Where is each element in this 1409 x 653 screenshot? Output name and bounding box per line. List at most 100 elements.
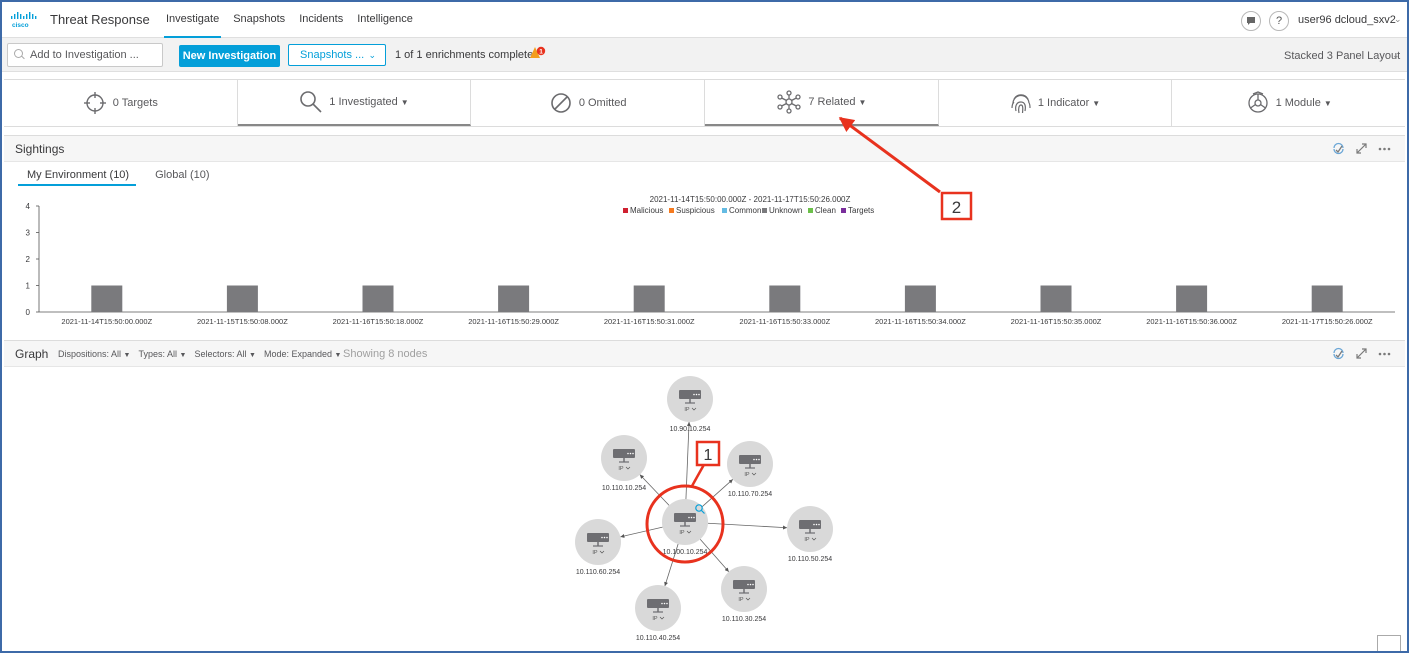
legend-label: Clean	[815, 206, 836, 215]
server-led	[632, 452, 634, 455]
y-tick-label: 1	[26, 282, 31, 291]
bar	[1040, 285, 1072, 312]
server-led	[666, 602, 668, 605]
sightings-tabs: My Environment (10) Global (10)	[18, 169, 217, 186]
server-led	[758, 458, 760, 461]
node-type-label: IP	[592, 550, 598, 556]
y-tick-label: 0	[26, 308, 31, 317]
bar	[1311, 285, 1343, 312]
server-led	[663, 602, 666, 605]
graph-node[interactable]: IP 10.110.70.254	[727, 441, 773, 498]
expand-icon[interactable]	[1355, 142, 1368, 155]
legend-swatch	[623, 208, 628, 213]
server-icon	[674, 513, 696, 522]
summary-module[interactable]: 1 Module ▼	[1172, 80, 1405, 126]
node-type-label: IP	[738, 597, 744, 603]
summary-label: 0 Targets	[112, 97, 158, 109]
nav-incidents[interactable]: Incidents	[292, 2, 350, 38]
node-label: 10.90.10.254	[670, 426, 711, 433]
user-menu[interactable]: user96 dcloud_sxv2	[1298, 14, 1396, 26]
graph-node[interactable]: IP 10.110.30.254	[721, 566, 767, 623]
cisco-logo-icon: cisco	[11, 12, 37, 29]
server-led	[818, 523, 820, 526]
graph-node[interactable]: IP 10.110.40.254	[635, 585, 681, 642]
graph-node[interactable]: IP 10.110.10.254	[601, 435, 647, 492]
x-tick-label: 2021-11-15T15:50:08.000Z	[197, 317, 288, 326]
server-led	[693, 393, 695, 396]
refresh-icon[interactable]	[1332, 142, 1345, 155]
y-tick-label: 4	[26, 202, 31, 211]
x-tick-label: 2021-11-16T15:50:31.000Z	[604, 317, 695, 326]
server-led	[603, 536, 606, 539]
x-tick-label: 2021-11-16T15:50:29.000Z	[468, 317, 559, 326]
y-tick-label: 3	[26, 229, 31, 238]
server-led	[813, 523, 815, 526]
legend-swatch	[722, 208, 727, 213]
bar	[769, 285, 801, 312]
bar	[498, 285, 530, 312]
sightings-header: Sightings	[4, 136, 1405, 162]
legend-label: Unknown	[769, 206, 802, 215]
summary-investigated[interactable]: 1 Investigated ▼	[237, 80, 472, 126]
bar	[1176, 285, 1208, 312]
node-type-label: IP	[618, 466, 624, 472]
bar	[633, 285, 665, 312]
node-label: 10.110.50.254	[788, 556, 832, 563]
summary-related[interactable]: 7 Related ▼	[705, 80, 939, 126]
more-options-icon[interactable]	[1378, 142, 1391, 155]
y-tick-label: 2	[26, 255, 31, 264]
tab-global[interactable]: Global (10)	[146, 169, 216, 186]
chevron-down-icon: ▼	[400, 97, 409, 107]
server-led	[606, 536, 608, 539]
legend-label: Targets	[848, 206, 874, 215]
summary-indicator[interactable]: 1 Indicator ▼	[939, 80, 1173, 126]
server-led	[601, 536, 603, 539]
summary-label: 0 Omitted	[578, 97, 627, 109]
notifications-button[interactable]	[1241, 11, 1261, 31]
chevron-down-icon: ▼	[1323, 98, 1332, 108]
fit-view-button[interactable]	[1377, 635, 1401, 651]
chevron-down-icon[interactable]: ⌄	[1394, 14, 1402, 25]
summary-targets[interactable]: 0 Targets	[4, 80, 238, 126]
relations-graph[interactable]: IP 10.90.10.254 IP 10.110.10.254 IP 10.110.70…	[4, 341, 1405, 653]
server-icon	[647, 599, 669, 608]
snapshots-label: Snapshots ...	[300, 49, 365, 61]
server-led	[752, 583, 754, 586]
chevron-down-icon: ▼	[858, 97, 867, 107]
main-nav: Investigate Snapshots Incidents Intellig…	[164, 2, 420, 38]
top-header: cisco Threat Response Investigate Snapsh…	[2, 2, 1407, 38]
snapshots-dropdown[interactable]: Snapshots ... ⌄	[288, 44, 386, 66]
graph-node[interactable]: IP 10.110.50.254	[787, 506, 833, 563]
nav-investigate[interactable]: Investigate	[164, 2, 222, 38]
tab-my-environment[interactable]: My Environment (10)	[18, 169, 137, 186]
server-icon	[739, 455, 761, 464]
node-label: 10.110.30.254	[722, 616, 766, 623]
summary-omitted[interactable]: 0 Omitted	[471, 80, 706, 126]
add-to-investigation-input[interactable]	[7, 43, 163, 67]
help-icon: ?	[1275, 15, 1283, 27]
server-led	[695, 393, 698, 396]
server-icon	[613, 449, 635, 458]
server-led	[698, 393, 700, 396]
warning-icon[interactable]: 1	[529, 46, 546, 60]
server-led	[627, 452, 629, 455]
legend-swatch	[808, 208, 813, 213]
server-icon	[799, 520, 821, 529]
magnifier-icon	[300, 91, 322, 113]
new-investigation-button[interactable]: New Investigation	[179, 45, 280, 67]
nav-snapshots[interactable]: Snapshots	[226, 2, 292, 38]
callout-1-label: 1	[704, 447, 713, 464]
server-led	[693, 516, 695, 519]
chat-bubble-icon	[1247, 17, 1255, 25]
help-button[interactable]: ?	[1269, 11, 1289, 31]
node-label: 10.110.60.254	[576, 569, 620, 576]
graph-node[interactable]: IP 10.110.60.254	[575, 519, 621, 576]
node-label: 10.100.10.254	[663, 549, 708, 556]
chevron-down-icon[interactable]: ⌄	[1392, 50, 1400, 61]
graph-node-center[interactable]: IP 10.100.10.254	[662, 499, 708, 556]
node-type-label: IP	[652, 616, 658, 622]
network-icon	[777, 90, 801, 114]
nav-intelligence[interactable]: Intelligence	[350, 2, 420, 38]
graph-node[interactable]: IP 10.90.10.254	[667, 376, 713, 433]
layout-selector[interactable]: Stacked 3 Panel Layout	[1284, 50, 1400, 62]
